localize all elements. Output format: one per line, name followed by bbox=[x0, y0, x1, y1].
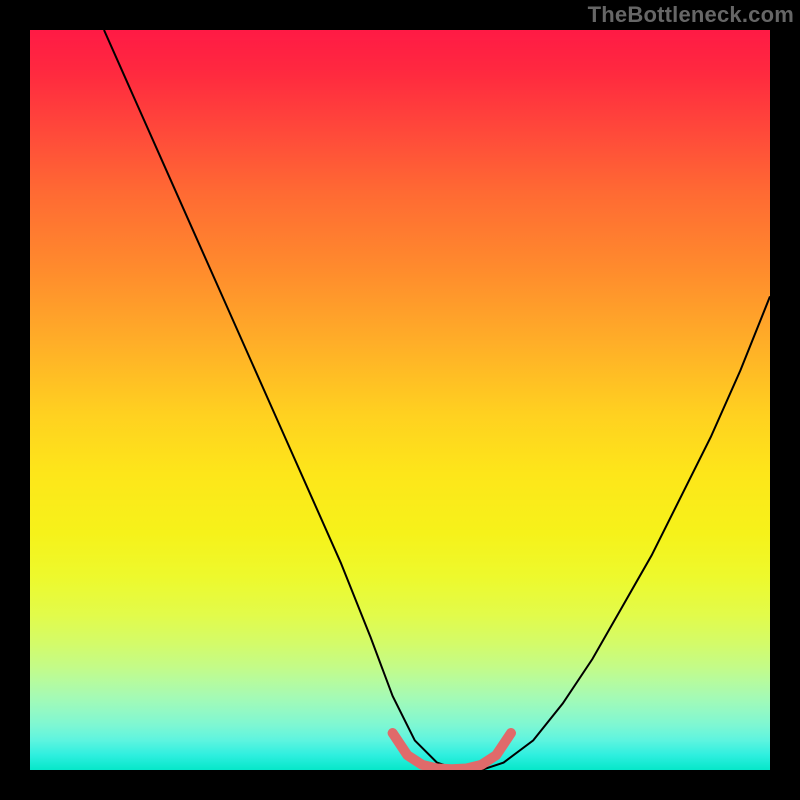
plot-area bbox=[30, 30, 770, 770]
highlight-layer bbox=[30, 30, 770, 770]
watermark-text: TheBottleneck.com bbox=[588, 2, 794, 28]
optimal-region-marker bbox=[393, 733, 511, 769]
chart-frame: TheBottleneck.com bbox=[0, 0, 800, 800]
